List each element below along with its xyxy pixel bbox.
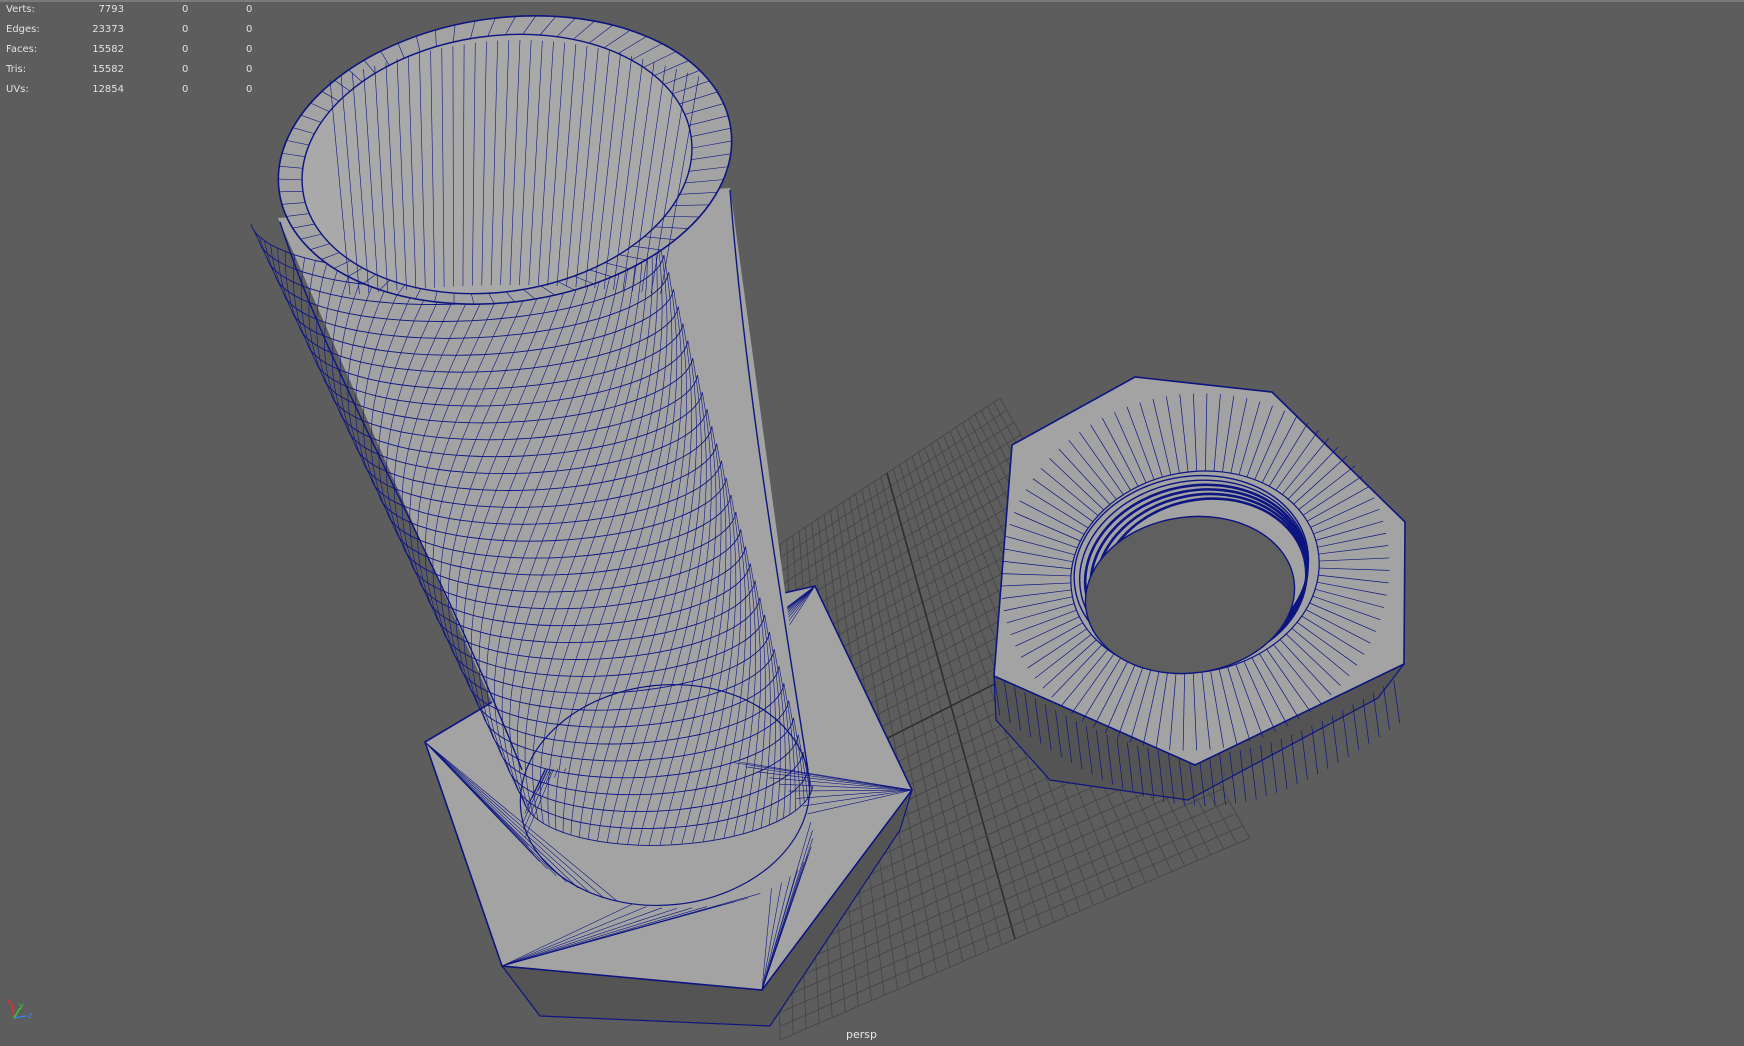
hud-component: 0	[246, 44, 253, 55]
axis-y-label: y	[19, 1001, 24, 1010]
maya-viewport[interactable]: Verts: 7793 0 0 Edges: 23373 0 0 Faces: …	[0, 0, 1744, 1046]
axis-z-label: z	[28, 1011, 32, 1020]
hud-selected: 0	[182, 64, 189, 75]
hud-label: UVs:	[6, 84, 29, 95]
hud-selected: 0	[182, 4, 189, 15]
hud-label: Verts:	[6, 4, 35, 15]
hud-total: 15582	[92, 44, 124, 55]
camera-name-label: persp	[846, 1028, 877, 1041]
hud-total: 15582	[92, 64, 124, 75]
hud-selected: 0	[182, 24, 189, 35]
axis-x-label: x	[7, 997, 12, 1006]
hud-label: Edges:	[6, 24, 40, 35]
hud-selected: 0	[182, 84, 189, 95]
hud-label: Faces:	[6, 44, 38, 55]
hud-component: 0	[246, 4, 253, 15]
hud-component: 0	[246, 84, 253, 95]
hud-total: 12854	[92, 84, 124, 95]
hud-total: 7793	[98, 4, 124, 15]
hex-nut-mesh[interactable]	[993, 376, 1406, 807]
hex-bolt-mesh[interactable]	[250, 0, 913, 1027]
scene-canvas[interactable]	[0, 0, 1744, 1046]
hud-selected: 0	[182, 44, 189, 55]
view-axis-gizmo: x y z	[7, 997, 32, 1020]
hud-component: 0	[246, 64, 253, 75]
hud-component: 0	[246, 24, 253, 35]
hud-total: 23373	[92, 24, 124, 35]
hud-label: Tris:	[6, 64, 27, 75]
